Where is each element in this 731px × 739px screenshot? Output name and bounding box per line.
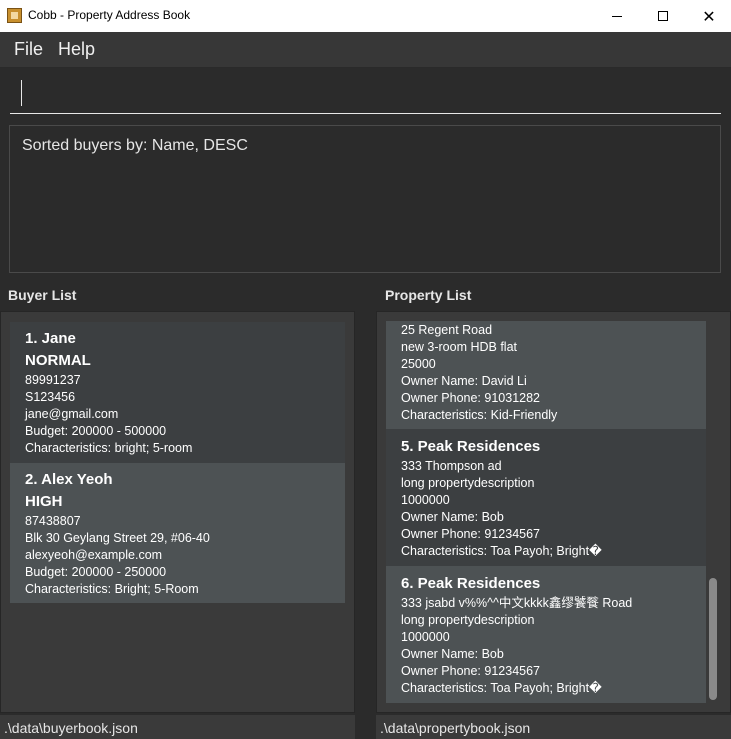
property-list-panel[interactable]: 25 Regent Road new 3-room HDB flat 25000… [376,311,731,713]
menu-help[interactable]: Help [58,39,95,60]
buyer-list-title: Buyer List [8,287,77,303]
minimize-button[interactable] [594,0,640,32]
property-price: 1000000 [401,493,450,507]
result-message: Sorted buyers by: Name, DESC [22,137,248,154]
menu-file[interactable]: File [14,39,43,60]
buyer-budget: Budget: 200000 - 500000 [25,424,167,438]
property-list-title: Property List [385,287,472,303]
buyer-card-title: 2. Alex Yeoh [25,471,113,488]
title-bar: Cobb - Property Address Book ✕ [0,0,731,32]
property-card[interactable]: 25 Regent Road new 3-room HDB flat 25000… [386,321,706,429]
buyer-card[interactable]: 1. Jane NORMAL 89991237 S123456 jane@gma… [10,322,345,463]
buyer-priority: HIGH [25,493,63,510]
property-characteristics: Characteristics: Kid-Friendly [401,408,558,422]
maximize-icon [658,11,668,21]
property-description: new 3-room HDB flat [401,340,518,354]
property-description: long propertydescription [401,476,535,490]
buyer-budget: Budget: 200000 - 250000 [25,565,167,579]
property-price: 25000 [401,357,436,371]
property-address: 333 jsabd v%%^^中文kkkk鑫缪饕餮 Road [401,596,633,610]
buyer-address: Blk 30 Geylang Street 29, #06-40 [25,531,210,545]
property-card-title: 6. Peak Residences [401,575,541,592]
property-card[interactable]: 6. Peak Residences 333 jsabd v%%^^中文kkkk… [386,566,706,703]
property-description: long propertydescription [401,613,535,627]
buyer-priority: NORMAL [25,352,91,369]
property-address: 333 Thompson ad [401,459,502,473]
buyer-card[interactable]: 2. Alex Yeoh HIGH 87438807 Blk 30 Geylan… [10,463,345,603]
buyer-email: jane@gmail.com [25,407,119,421]
property-price: 1000000 [401,630,450,644]
property-characteristics: Characteristics: Toa Payoh; Bright� [401,544,602,558]
property-file-status: .\data\propertybook.json [376,715,731,739]
address-book-icon [7,8,22,23]
property-card-title: 5. Peak Residences [401,438,541,455]
buyer-characteristics: Characteristics: Bright; 5-Room [25,582,199,596]
buyer-email: alexyeoh@example.com [25,548,163,562]
property-address: 25 Regent Road [401,323,493,337]
command-box [0,68,731,120]
buyer-file-status: .\data\buyerbook.json [0,715,355,739]
command-input[interactable] [10,74,721,114]
property-owner-name: Owner Name: David Li [401,374,527,388]
close-button[interactable]: ✕ [686,0,731,32]
minimize-icon [612,15,622,17]
buyer-card-title: 1. Jane [25,330,76,347]
buyer-characteristics: Characteristics: bright; 5-room [25,441,193,455]
window-title: Cobb - Property Address Book [28,8,191,22]
property-owner-phone: Owner Phone: 91234567 [401,527,540,541]
close-icon: ✕ [702,6,716,26]
property-owner-phone: Owner Phone: 91234567 [401,664,540,678]
buyer-phone: 87438807 [25,514,81,528]
property-owner-phone: Owner Phone: 91031282 [401,391,540,405]
buyer-nric: S123456 [25,390,76,404]
property-card[interactable]: 5. Peak Residences 333 Thompson ad long … [386,429,706,566]
menu-bar: File Help [0,32,731,68]
buyer-phone: 89991237 [25,373,81,387]
text-cursor [21,80,22,106]
buyer-list-panel[interactable]: 1. Jane NORMAL 89991237 S123456 jane@gma… [0,311,355,713]
property-characteristics: Characteristics: Toa Payoh; Bright� [401,681,602,695]
property-owner-name: Owner Name: Bob [401,647,504,661]
maximize-button[interactable] [640,0,686,32]
result-display: Sorted buyers by: Name, DESC [9,125,721,273]
property-owner-name: Owner Name: Bob [401,510,504,524]
property-scrollbar-thumb[interactable] [709,578,717,700]
